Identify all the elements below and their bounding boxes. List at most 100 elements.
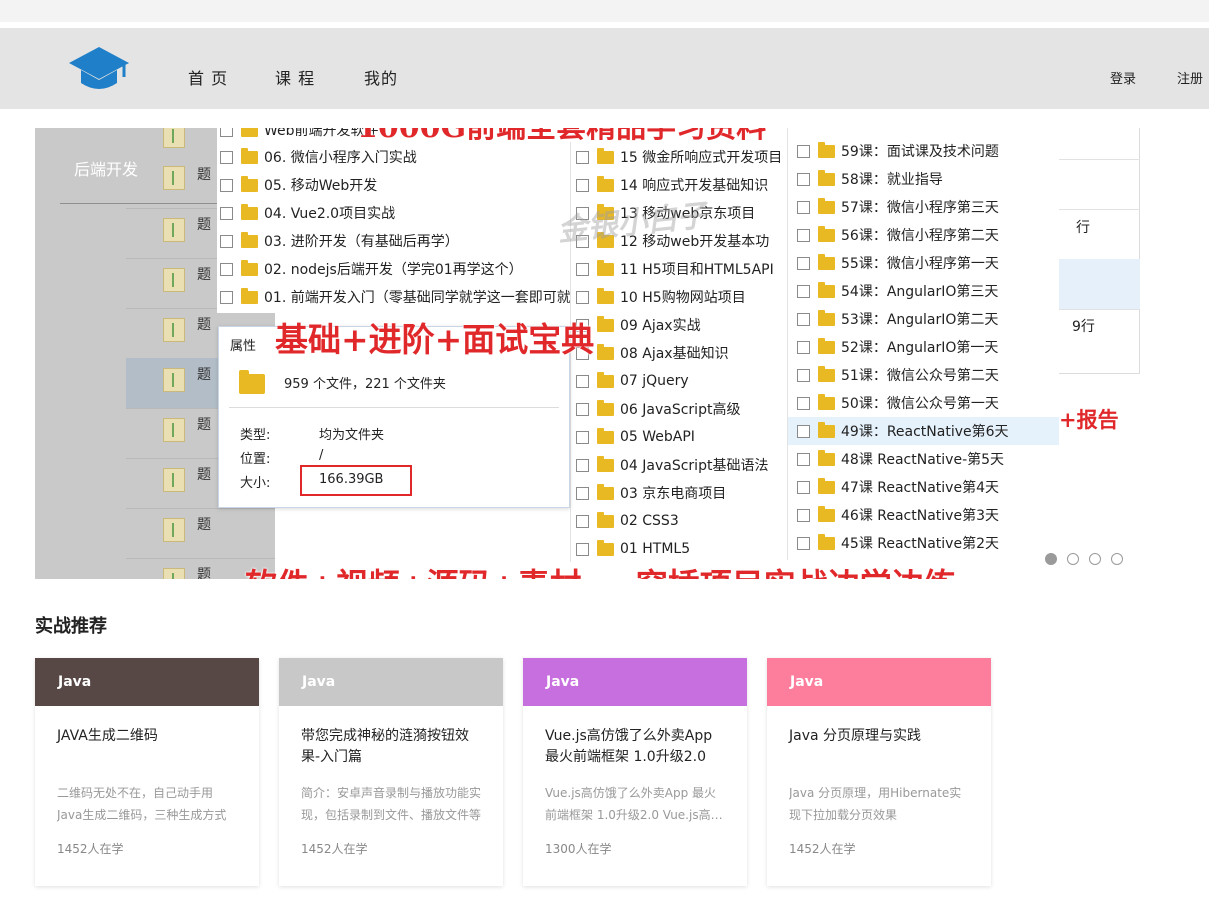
- checkbox[interactable]: [576, 402, 589, 416]
- course-card[interactable]: Java Java 分页原理与实践 Java 分页原理，用Hibernate实现…: [767, 658, 991, 886]
- checkbox[interactable]: [576, 458, 589, 472]
- card-title[interactable]: 带您完成神秘的涟漪按钮效果-入门篇: [301, 726, 486, 768]
- list-item[interactable]: 03. 进阶开发（有基础后再学）: [220, 230, 459, 252]
- card-title[interactable]: JAVA生成二维码: [57, 726, 242, 747]
- checkbox[interactable]: [220, 150, 233, 164]
- checkbox[interactable]: [576, 486, 589, 500]
- list-item[interactable]: 02. nodejs后端开发（学完01再学这个）: [220, 258, 523, 280]
- nav-courses[interactable]: 课 程: [275, 65, 315, 89]
- checkbox[interactable]: [797, 256, 810, 270]
- nav-mine[interactable]: 我的: [364, 65, 398, 89]
- checkbox[interactable]: [576, 430, 589, 444]
- checkbox[interactable]: [797, 340, 810, 354]
- register-link[interactable]: 注册: [1177, 68, 1203, 87]
- list-item[interactable]: 59课：面试课及技术问题: [797, 140, 999, 162]
- list-item[interactable]: 45课 ReactNative第2天: [797, 532, 999, 554]
- checkbox[interactable]: [220, 234, 233, 248]
- card-tag: Java: [546, 674, 580, 690]
- hero-banner-slide[interactable]: 后端开发 题 题 题 题 题 题 题 题 题 Web前端开发软件 06. 微信小…: [35, 128, 1140, 579]
- list-item[interactable]: 01. 前端开发入门（零基础同学就学这一套即可就业）: [220, 286, 599, 308]
- list-item[interactable]: 05 WebAPI: [576, 426, 695, 448]
- carousel-dot[interactable]: [1067, 553, 1079, 565]
- nav-home[interactable]: 首 页: [188, 65, 228, 89]
- list-item[interactable]: 10 H5购物网站项目: [576, 286, 746, 308]
- document-icon: [163, 418, 185, 442]
- list-item[interactable]: 57课：微信小程序第三天: [797, 196, 999, 218]
- checkbox[interactable]: [797, 508, 810, 522]
- learner-count: 1452人在学: [57, 842, 124, 856]
- checkbox[interactable]: [797, 172, 810, 186]
- carousel-dot[interactable]: [1045, 553, 1057, 565]
- card-description: Vue.js高仿饿了么外卖App 最火前端框架 1.0升级2.0 Vue.js高…: [545, 786, 723, 822]
- checkbox[interactable]: [220, 206, 233, 220]
- card-title[interactable]: Vue.js高仿饿了么外卖App 最火前端框架 1.0升级2.0: [545, 726, 730, 768]
- checkbox[interactable]: [576, 150, 589, 164]
- list-item[interactable]: 58课：就业指导: [797, 168, 943, 190]
- checkbox[interactable]: [797, 368, 810, 382]
- carousel-dot[interactable]: [1111, 553, 1123, 565]
- checkbox[interactable]: [797, 424, 810, 438]
- list-item[interactable]: 04. Vue2.0项目实战: [220, 202, 395, 224]
- folder-icon: [818, 449, 835, 466]
- checkbox[interactable]: [576, 178, 589, 192]
- checkbox[interactable]: [220, 290, 233, 304]
- folder-icon: [241, 203, 258, 220]
- list-item-selected[interactable]: 49课：ReactNative第6天: [788, 417, 1059, 445]
- document-icon: [163, 568, 185, 579]
- checkbox[interactable]: [797, 228, 810, 242]
- list-item[interactable]: 01 HTML5: [576, 538, 690, 560]
- carousel-dot[interactable]: [1089, 553, 1101, 565]
- checkbox[interactable]: [220, 178, 233, 192]
- checkbox[interactable]: [797, 144, 810, 158]
- list-item[interactable]: 53课：AngularIO第二天: [797, 308, 998, 330]
- card-tag: Java: [790, 674, 824, 690]
- checkbox[interactable]: [220, 262, 233, 276]
- list-item[interactable]: 11 H5项目和HTML5API: [576, 258, 774, 280]
- list-item[interactable]: Web前端开发软件: [220, 128, 379, 141]
- list-item[interactable]: 06. 微信小程序入门实战: [220, 146, 417, 168]
- checkbox[interactable]: [797, 452, 810, 466]
- checkbox[interactable]: [576, 262, 589, 276]
- list-item[interactable]: 55课：微信小程序第一天: [797, 252, 999, 274]
- folder-icon: [818, 169, 835, 186]
- checkbox[interactable]: [797, 284, 810, 298]
- checkbox[interactable]: [797, 312, 810, 326]
- list-item[interactable]: 51课：微信公众号第二天: [797, 364, 999, 386]
- checkbox[interactable]: [576, 542, 589, 556]
- list-item[interactable]: 09 Ajax实战: [576, 314, 701, 336]
- course-card[interactable]: Java Vue.js高仿饿了么外卖App 最火前端框架 1.0升级2.0 Vu…: [523, 658, 747, 886]
- checkbox[interactable]: [797, 396, 810, 410]
- folder-icon: [597, 399, 614, 416]
- list-item[interactable]: 07 jQuery: [576, 370, 689, 392]
- checkbox[interactable]: [797, 536, 810, 550]
- course-card[interactable]: Java JAVA生成二维码 二维码无处不在，自己动手用Java生成二维码，三种…: [35, 658, 259, 886]
- list-item[interactable]: 08 Ajax基础知识: [576, 342, 729, 364]
- document-icon: [163, 368, 185, 392]
- list-item[interactable]: 03 京东电商项目: [576, 482, 726, 504]
- checkbox[interactable]: [220, 128, 233, 137]
- card-title[interactable]: Java 分页原理与实践: [789, 726, 974, 747]
- folder-label: 51课：微信公众号第二天: [841, 368, 999, 384]
- list-item[interactable]: 04 JavaScript基础语法: [576, 454, 768, 476]
- list-item[interactable]: 02 CSS3: [576, 510, 679, 532]
- list-item[interactable]: 50课：微信公众号第一天: [797, 392, 999, 414]
- checkbox[interactable]: [576, 290, 589, 304]
- list-item[interactable]: 06 JavaScript高级: [576, 398, 740, 420]
- list-item[interactable]: 47课 ReactNative第4天: [797, 476, 999, 498]
- list-item[interactable]: 46课 ReactNative第3天: [797, 504, 999, 526]
- graduation-cap-logo-icon[interactable]: [68, 45, 130, 95]
- folder-icon: [597, 455, 614, 472]
- list-item[interactable]: 15 微金所响应式开发项目: [576, 146, 782, 168]
- list-item[interactable]: 05. 移动Web开发: [220, 174, 377, 196]
- checkbox[interactable]: [576, 374, 589, 388]
- list-item[interactable]: 54课：AngularIO第三天: [797, 280, 998, 302]
- checkbox[interactable]: [797, 200, 810, 214]
- list-item[interactable]: 52课：AngularIO第一天: [797, 336, 998, 358]
- list-item[interactable]: 48课 ReactNative-第5天: [797, 448, 1004, 470]
- checkbox[interactable]: [797, 480, 810, 494]
- checkbox[interactable]: [576, 514, 589, 528]
- login-link[interactable]: 登录: [1110, 68, 1136, 87]
- course-card[interactable]: Java 带您完成神秘的涟漪按钮效果-入门篇 简介：安卓声音录制与播放功能实现，…: [279, 658, 503, 886]
- list-item[interactable]: 56课：微信小程序第二天: [797, 224, 999, 246]
- side-category-label[interactable]: 后端开发: [74, 156, 138, 180]
